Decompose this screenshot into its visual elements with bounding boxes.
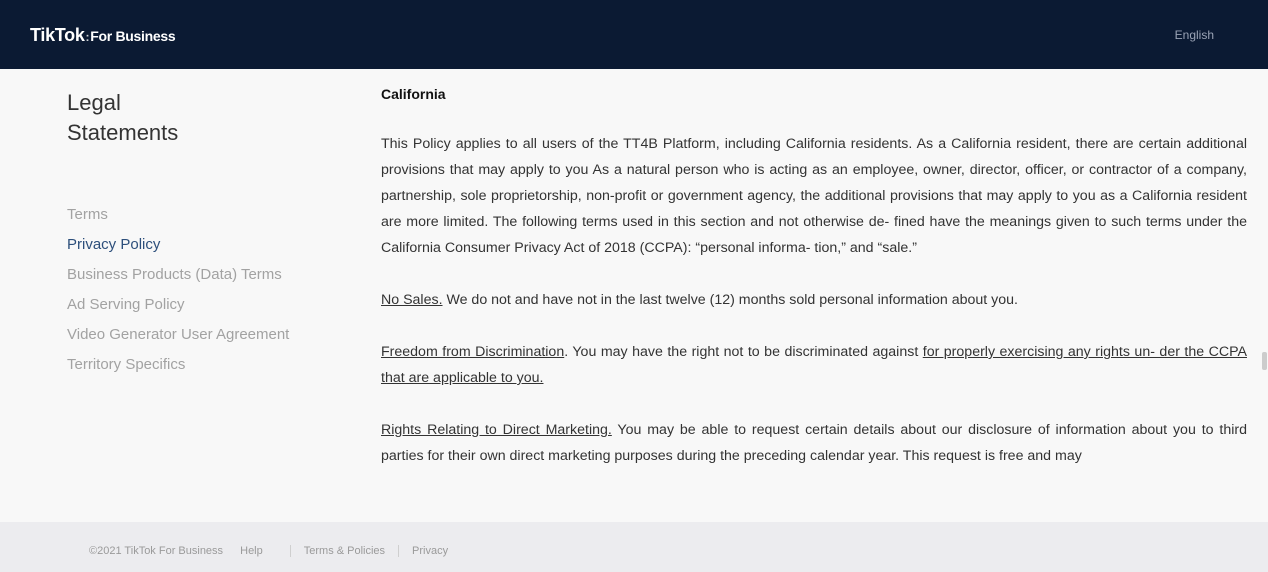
logo-sub-text: For Business [90, 28, 176, 44]
footer-terms-policies-link[interactable]: Terms & Policies [304, 545, 385, 557]
footer-divider [289, 545, 291, 558]
policy-content: California This Policy applies to all us… [381, 82, 1247, 522]
top-navigation-bar: TikTok:For Business English [0, 0, 1268, 69]
sidebar-item-business-products-data-terms[interactable]: Business Products (Data) Terms [67, 260, 347, 290]
page-scrollbar-thumb[interactable] [1262, 352, 1267, 370]
footer-copyright: ©2021 TikTok For Business [89, 545, 224, 557]
sidebar-item-privacy-policy[interactable]: Privacy Policy [67, 230, 347, 260]
logo-separator: : [85, 30, 90, 44]
footer-help-link[interactable]: Help [240, 545, 263, 557]
sidebar-title-line1: Legal [67, 90, 121, 115]
sidebar-item-territory-specifics[interactable]: Territory Specifics [67, 350, 347, 380]
direct-marketing-link[interactable]: Rights Relating to Direct Marketing. [381, 422, 612, 438]
paragraph-california-intro: This Policy applies to all users of the … [381, 136, 1247, 256]
freedom-from-discrimination-link[interactable]: Freedom from Discrimination [381, 344, 564, 360]
sidebar-item-video-generator-user-agreement[interactable]: Video Generator User Agreement [67, 320, 347, 350]
footer-links: ©2021 TikTok For Business Help Terms & Po… [89, 545, 448, 558]
sidebar-nav: Terms Privacy Policy Business Products (… [67, 200, 347, 380]
paragraph-freedom-from-discrimination: Freedom from Discrimination. You may hav… [381, 339, 1247, 391]
sidebar-item-ad-serving-policy[interactable]: Ad Serving Policy [67, 290, 347, 320]
page-footer: ©2021 TikTok For Business Help Terms & Po… [0, 522, 1268, 572]
sidebar-title: Legal Statements [67, 88, 347, 148]
section-heading: California [381, 86, 446, 102]
paragraph-direct-marketing: Rights Relating to Direct Marketing. You… [381, 417, 1247, 469]
logo-main-text: TikTok [30, 25, 85, 45]
language-selector[interactable]: English [1175, 28, 1214, 42]
legal-sidebar: Legal Statements Terms Privacy Policy Bu… [67, 88, 347, 380]
no-sales-text: We do not and have not in the last twelv… [442, 292, 1018, 308]
sidebar-title-line2: Statements [67, 120, 179, 145]
tiktok-for-business-logo[interactable]: TikTok:For Business [30, 25, 176, 46]
sidebar-item-terms[interactable]: Terms [67, 200, 347, 230]
freedom-from-discrimination-text: . You may have the right not to be discr… [564, 344, 923, 360]
footer-divider [398, 545, 400, 558]
footer-privacy-link[interactable]: Privacy [412, 545, 448, 557]
paragraph-no-sales: No Sales. We do not and have not in the … [381, 287, 1247, 313]
no-sales-link[interactable]: No Sales. [381, 292, 443, 308]
